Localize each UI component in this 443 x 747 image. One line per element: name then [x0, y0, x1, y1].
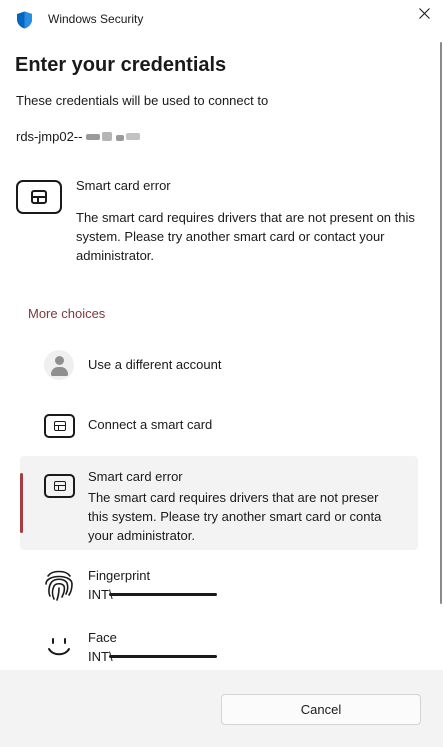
choice-label: Smart card error: [88, 469, 183, 484]
redacted-host-suffix: [84, 130, 146, 144]
smart-card-icon: [44, 414, 75, 438]
selection-indicator: [20, 473, 23, 533]
close-button[interactable]: [412, 3, 436, 23]
choice-smart-card-error[interactable]: Smart card error The smart card requires…: [20, 456, 418, 550]
close-icon: [418, 7, 430, 19]
target-host-text: rds-jmp02--: [16, 129, 83, 144]
choice-label: Fingerprint: [88, 568, 151, 583]
smart-card-icon: [16, 180, 62, 214]
connection-description: These credentials will be used to connec…: [16, 93, 269, 108]
choice-label: Use a different account: [88, 357, 222, 372]
choice-label: Face: [88, 630, 117, 645]
choice-fingerprint[interactable]: Fingerprint INT\: [20, 562, 418, 608]
choice-detail: The smart card requires drivers that are…: [88, 490, 382, 543]
more-choices-link[interactable]: More choices: [28, 306, 105, 321]
dialog-footer: Cancel: [0, 670, 443, 747]
choice-account: INT\: [88, 587, 217, 602]
window-title: Windows Security: [48, 12, 144, 26]
choice-different-account[interactable]: Use a different account: [20, 345, 418, 385]
error-message: The smart card requires drivers that are…: [76, 210, 415, 263]
cancel-button[interactable]: Cancel: [221, 694, 421, 725]
redacted-username: [108, 655, 217, 658]
choice-face[interactable]: Face INT\: [20, 624, 418, 670]
person-icon: [44, 350, 74, 380]
target-host: rds-jmp02--: [16, 129, 146, 144]
choice-account: INT\: [88, 649, 217, 664]
error-title: Smart card error: [76, 178, 171, 193]
choice-label: Connect a smart card: [88, 417, 213, 432]
fingerprint-icon: [45, 570, 73, 601]
title-bar: Windows Security: [0, 0, 443, 40]
smart-card-icon: [44, 474, 75, 498]
scrollbar-thumb[interactable]: [440, 42, 442, 604]
windows-security-shield-icon: [17, 11, 32, 29]
redacted-username: [108, 593, 217, 596]
face-icon: [48, 638, 70, 656]
choice-connect-smart-card[interactable]: Connect a smart card: [20, 405, 418, 445]
page-title: Enter your credentials: [15, 54, 227, 76]
